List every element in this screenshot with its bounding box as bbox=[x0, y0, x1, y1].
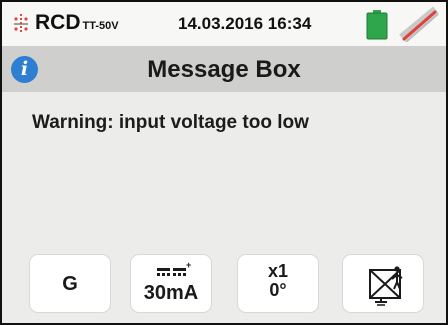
multiplier-phase-button[interactable]: x1 0° bbox=[237, 254, 319, 313]
status-bar: RCD TT-50V 14.03.2016 16:34 bbox=[2, 2, 446, 47]
rcd-icon bbox=[14, 14, 28, 34]
current-parameter-button[interactable]: + 30mA bbox=[130, 254, 212, 313]
multiplier-value: x1 bbox=[267, 261, 289, 281]
warning-message: Warning: input voltage too low bbox=[32, 112, 309, 133]
title-bar: i Message Box bbox=[2, 47, 446, 92]
svg-text:+: + bbox=[186, 261, 191, 270]
touch-voltage-disabled-icon bbox=[369, 266, 403, 306]
instrument-screen: RCD TT-50V 14.03.2016 16:34 i Message Box… bbox=[0, 0, 448, 325]
mode-subtitle: TT-50V bbox=[82, 20, 119, 32]
signal-off-icon bbox=[399, 6, 439, 42]
dc-pulse-icon: + bbox=[157, 261, 191, 276]
g-parameter-button[interactable]: G bbox=[29, 254, 111, 313]
phase-value: 0° bbox=[269, 280, 287, 300]
datetime: 14.03.2016 16:34 bbox=[178, 14, 312, 33]
mode-title: RCD TT-50V bbox=[35, 11, 119, 34]
dialog-title: Message Box bbox=[147, 56, 301, 83]
g-label: G bbox=[62, 273, 78, 295]
battery-icon bbox=[366, 10, 388, 40]
touch-voltage-button[interactable] bbox=[342, 254, 424, 313]
current-value: 30mA bbox=[143, 282, 199, 304]
